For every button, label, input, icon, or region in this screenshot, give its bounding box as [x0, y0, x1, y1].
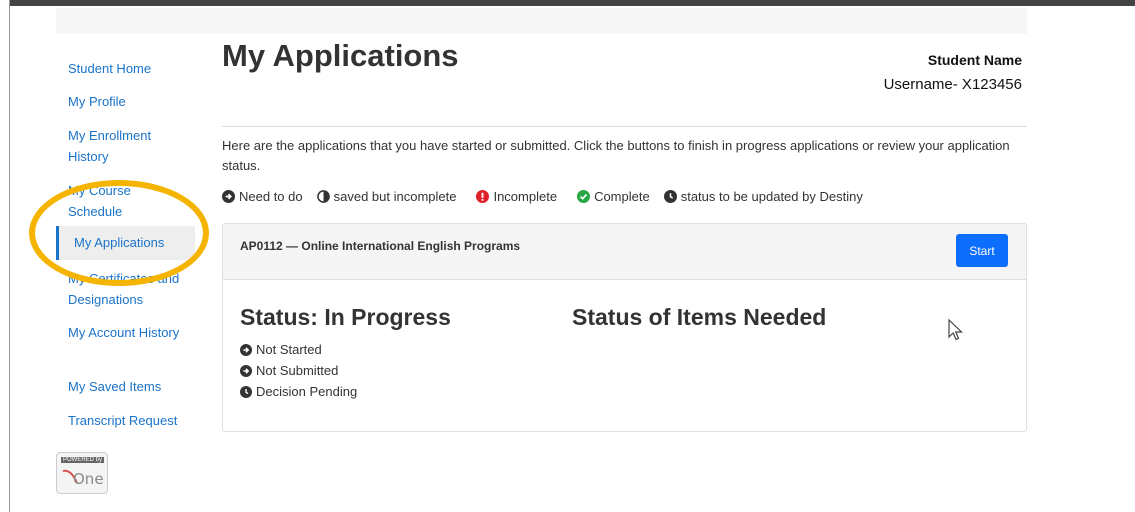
intro-text: Here are the applications that you have … [222, 138, 1010, 173]
application-card: AP0112 — Online International English Pr… [222, 223, 1027, 432]
sidebar-item-course-schedule[interactable]: My Course Schedule [68, 180, 188, 222]
status-heading: Status: In Progress [240, 304, 451, 330]
legend-need-to-do: Need to do [222, 189, 303, 204]
arrow-circle-right-icon [240, 364, 252, 377]
status-legend: Need to do saved but incomplete Incomple… [222, 189, 877, 204]
application-card-header: AP0112 — Online International English Pr… [223, 224, 1026, 280]
legend-label: saved but incomplete [333, 189, 457, 204]
list-item: Not Submitted [240, 360, 357, 381]
status-item-label: Not Submitted [256, 363, 339, 378]
status-item-label: Not Started [256, 342, 322, 357]
legend-incomplete: Incomplete [476, 189, 557, 204]
legend-complete: Complete [577, 189, 650, 204]
page-title: My Applications [222, 38, 459, 73]
window-top-border [9, 0, 1135, 6]
status-item-label: Decision Pending [256, 384, 358, 399]
legend-label: Incomplete [493, 189, 558, 204]
header-band [56, 8, 1027, 34]
sidebar-item-student-home[interactable]: Student Home [68, 58, 188, 79]
sidebar-item-my-profile[interactable]: My Profile [68, 91, 188, 112]
check-circle-icon [577, 190, 591, 203]
sidebar-item-account-history[interactable]: My Account History [68, 322, 188, 343]
legend-label: status to be updated by Destiny [680, 189, 863, 204]
legend-status-updated: status to be updated by Destiny [663, 189, 863, 204]
clock-icon [663, 190, 677, 203]
powered-by-logo: POWERED by One [56, 452, 108, 494]
half-circle-icon [316, 190, 330, 203]
powered-by-brand: One [73, 470, 104, 488]
status-list: Not Started Not Submitted Decision Pendi… [240, 339, 357, 402]
mouse-pointer-icon [948, 318, 963, 341]
list-item: Not Started [240, 339, 357, 360]
application-title: AP0112 — Online International English Pr… [240, 239, 521, 253]
username: Username- X123456 [883, 76, 1022, 93]
sidebar-item-transcript-request[interactable]: Transcript Request [68, 410, 188, 431]
divider [222, 126, 1027, 127]
legend-label: Complete [594, 189, 650, 204]
arrow-circle-right-icon [222, 190, 235, 203]
arrow-circle-right-icon [240, 343, 252, 356]
sidebar-item-enrollment-history[interactable]: My Enrollment History [68, 125, 188, 167]
sidebar-item-saved-items[interactable]: My Saved Items [68, 376, 188, 397]
clock-icon [240, 385, 252, 398]
legend-label: Need to do [239, 189, 303, 204]
sidebar-item-my-applications[interactable]: My Applications [56, 226, 195, 260]
window-left-border [9, 0, 10, 512]
items-needed-heading: Status of Items Needed [572, 304, 827, 330]
start-button[interactable]: Start [956, 234, 1008, 267]
sidebar-item-certificates[interactable]: My Certificates and Designations [68, 268, 188, 310]
student-name: Student Name [927, 52, 1022, 68]
exclamation-circle-icon [476, 190, 490, 203]
list-item: Decision Pending [240, 381, 357, 402]
legend-saved-incomplete: saved but incomplete [316, 189, 457, 204]
